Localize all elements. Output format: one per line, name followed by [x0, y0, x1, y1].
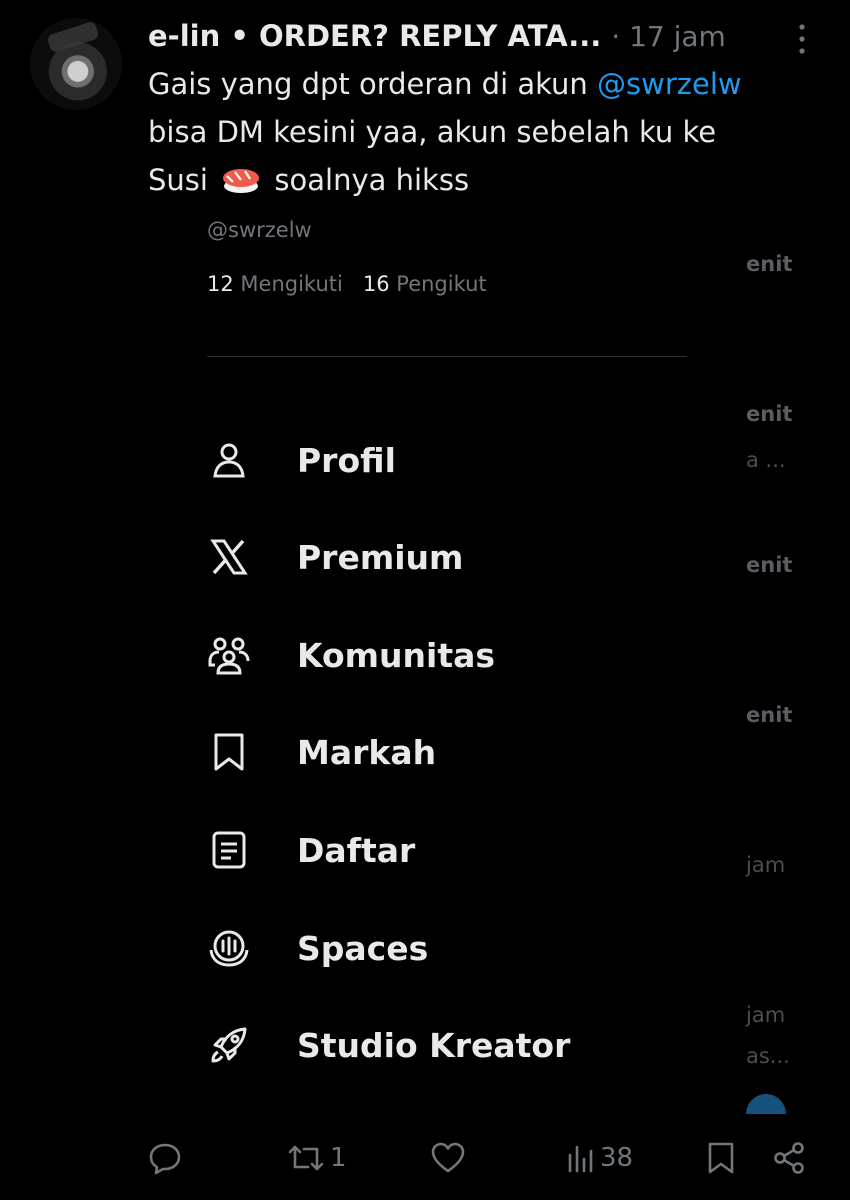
- following-label: Mengikuti: [240, 272, 343, 296]
- retweet-icon: [288, 1145, 324, 1171]
- views-count: 38: [600, 1143, 634, 1173]
- more-options-icon[interactable]: [792, 22, 812, 56]
- follow-stats: 12 Mengikuti 16 Pengikut: [207, 272, 487, 296]
- menu-label: Studio Kreator: [297, 1025, 571, 1065]
- reply-icon: [149, 1143, 181, 1175]
- retweet-button[interactable]: 1: [286, 1136, 347, 1180]
- menu-label: Profil: [297, 440, 396, 480]
- like-button[interactable]: [430, 1136, 466, 1180]
- background-blue-shape: [746, 1094, 786, 1114]
- tweet-header: e-lin • ORDER? REPLY ATA... · 17 jam: [148, 14, 768, 58]
- list-icon: [205, 826, 253, 874]
- spaces-icon: [205, 924, 253, 972]
- menu-label: Daftar: [297, 830, 416, 870]
- tweet-text-line-2: bisa DM kesini yaa, akun sebelah ku ke: [148, 115, 717, 149]
- menu-item-markah[interactable]: Markah: [205, 720, 725, 784]
- bookmark-icon: [205, 728, 253, 776]
- tweet-text: Gais yang dpt orderan di akun @swrzelw b…: [148, 60, 828, 204]
- background-item-text: enit: [746, 402, 793, 426]
- divider: [207, 356, 687, 357]
- menu-label: Komunitas: [297, 635, 496, 675]
- menu-item-daftar[interactable]: Daftar: [205, 818, 725, 882]
- x-logo-icon: [205, 533, 253, 581]
- menu-item-studio-kreator[interactable]: Studio Kreator: [205, 1013, 725, 1077]
- reply-button[interactable]: [148, 1136, 182, 1180]
- menu-item-premium[interactable]: Premium: [205, 525, 725, 589]
- tweet-text-line-3b: soalnya hikss: [265, 163, 470, 197]
- background-item-text: a ...: [746, 448, 786, 472]
- menu-label: Premium: [297, 537, 464, 577]
- communities-icon: [205, 631, 253, 679]
- following-link[interactable]: 12 Mengikuti: [207, 272, 343, 296]
- rocket-icon: [205, 1021, 253, 1069]
- person-icon: [205, 436, 253, 484]
- sushi-emoji-icon: [223, 169, 260, 193]
- followers-count: 16: [362, 272, 390, 296]
- avatar[interactable]: [30, 18, 122, 110]
- views-icon: [568, 1145, 593, 1173]
- background-item-text: jam: [746, 1003, 786, 1027]
- tweet-text-line-3a: Susi: [148, 163, 218, 197]
- menu-item-profil[interactable]: Profil: [205, 428, 725, 492]
- background-item-text: as...: [746, 1044, 790, 1068]
- share-button[interactable]: [772, 1136, 806, 1180]
- author-name[interactable]: e-lin • ORDER? REPLY ATA...: [148, 19, 601, 53]
- heart-icon: [431, 1142, 465, 1173]
- account-handle[interactable]: @swrzelw: [207, 218, 312, 242]
- following-count: 12: [207, 272, 234, 296]
- views-button[interactable]: 38: [566, 1136, 633, 1180]
- menu-item-komunitas[interactable]: Komunitas: [205, 623, 725, 687]
- menu-label: Markah: [297, 732, 437, 772]
- followers-link[interactable]: 16 Pengikut: [363, 272, 487, 296]
- background-item-text: enit: [746, 553, 793, 577]
- share-icon: [774, 1142, 804, 1174]
- menu-item-spaces[interactable]: Spaces: [205, 916, 725, 980]
- background-item-text: enit: [746, 703, 793, 727]
- retweet-count: 1: [330, 1143, 347, 1173]
- background-item-text: jam: [746, 853, 786, 877]
- menu-label: Spaces: [297, 928, 429, 968]
- bookmark-button[interactable]: [706, 1136, 736, 1180]
- followers-label: Pengikut: [396, 272, 487, 296]
- tweet-time[interactable]: · 17 jam: [611, 20, 726, 53]
- background-item-text: enit: [746, 252, 793, 276]
- tweet-text-line-1: Gais yang dpt orderan di akun: [148, 67, 598, 101]
- mention-link[interactable]: @swrzelw: [597, 67, 742, 101]
- bookmark-icon: [708, 1142, 734, 1174]
